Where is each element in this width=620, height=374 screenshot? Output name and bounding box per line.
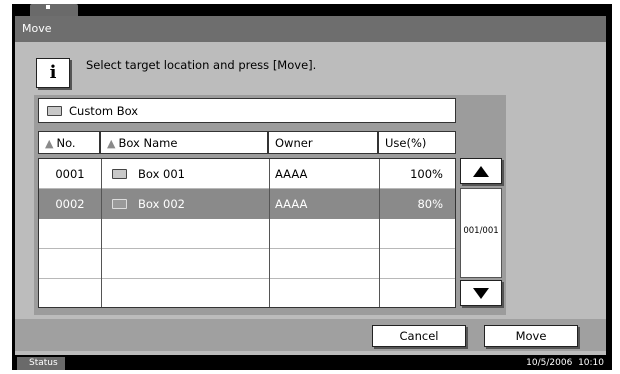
top-tab-marker xyxy=(46,5,50,9)
cell-use: 80% xyxy=(417,197,443,211)
top-tab xyxy=(30,4,78,16)
cell-no: 0001 xyxy=(55,167,85,181)
box-table: 0001 Box 001 AAAA 100% 0002 Box 002 AAAA… xyxy=(38,158,456,308)
title-bar: Move xyxy=(15,16,606,42)
cell-owner: AAAA xyxy=(275,197,308,211)
status-time: 10:10 xyxy=(578,358,604,368)
arrow-up-icon xyxy=(473,165,489,177)
status-bar xyxy=(15,355,606,370)
header-name-label: Box Name xyxy=(118,136,178,150)
pager: 001/001 xyxy=(458,158,504,308)
column-divider xyxy=(101,159,102,307)
column-header-box-name[interactable]: ▲ Box Name xyxy=(100,131,268,154)
status-date: 10/5/2006 xyxy=(526,358,573,368)
cell-use: 100% xyxy=(410,167,443,181)
sort-asc-icon: ▲ xyxy=(107,137,116,150)
sort-asc-icon: ▲ xyxy=(45,137,54,150)
scroll-down-button[interactable] xyxy=(460,280,502,306)
location-path: Custom Box xyxy=(69,104,139,118)
cell-box-name: Box 001 xyxy=(138,167,185,181)
column-divider xyxy=(379,159,380,307)
move-button[interactable]: Move xyxy=(484,325,578,347)
header-owner-label: Owner xyxy=(275,136,313,150)
folder-icon xyxy=(112,199,127,209)
folder-icon xyxy=(112,169,127,179)
arrow-down-icon xyxy=(473,287,489,299)
column-header-use[interactable]: Use(%) xyxy=(378,131,456,154)
column-header-no[interactable]: ▲ No. xyxy=(38,131,100,154)
status-button[interactable]: Status xyxy=(17,357,65,370)
page-indicator: 001/001 xyxy=(460,188,502,278)
location-field: Custom Box xyxy=(38,98,456,123)
cell-owner: AAAA xyxy=(275,167,308,181)
page-number: 001/001 xyxy=(463,226,499,236)
column-divider xyxy=(269,159,270,307)
folder-icon xyxy=(47,106,62,116)
cancel-button[interactable]: Cancel xyxy=(372,325,466,347)
info-icon: i xyxy=(36,58,70,88)
instruction-text: Select target location and press [Move]. xyxy=(86,58,317,72)
status-datetime: 10/5/2006 10:10 xyxy=(526,358,604,368)
column-header-owner[interactable]: Owner xyxy=(268,131,378,154)
cell-box-name: Box 002 xyxy=(138,197,185,211)
header-no-label: No. xyxy=(56,136,76,150)
scroll-up-button[interactable] xyxy=(460,158,502,184)
window-title: Move xyxy=(22,22,52,35)
cell-no: 0002 xyxy=(55,197,85,211)
header-use-label: Use(%) xyxy=(385,136,427,150)
